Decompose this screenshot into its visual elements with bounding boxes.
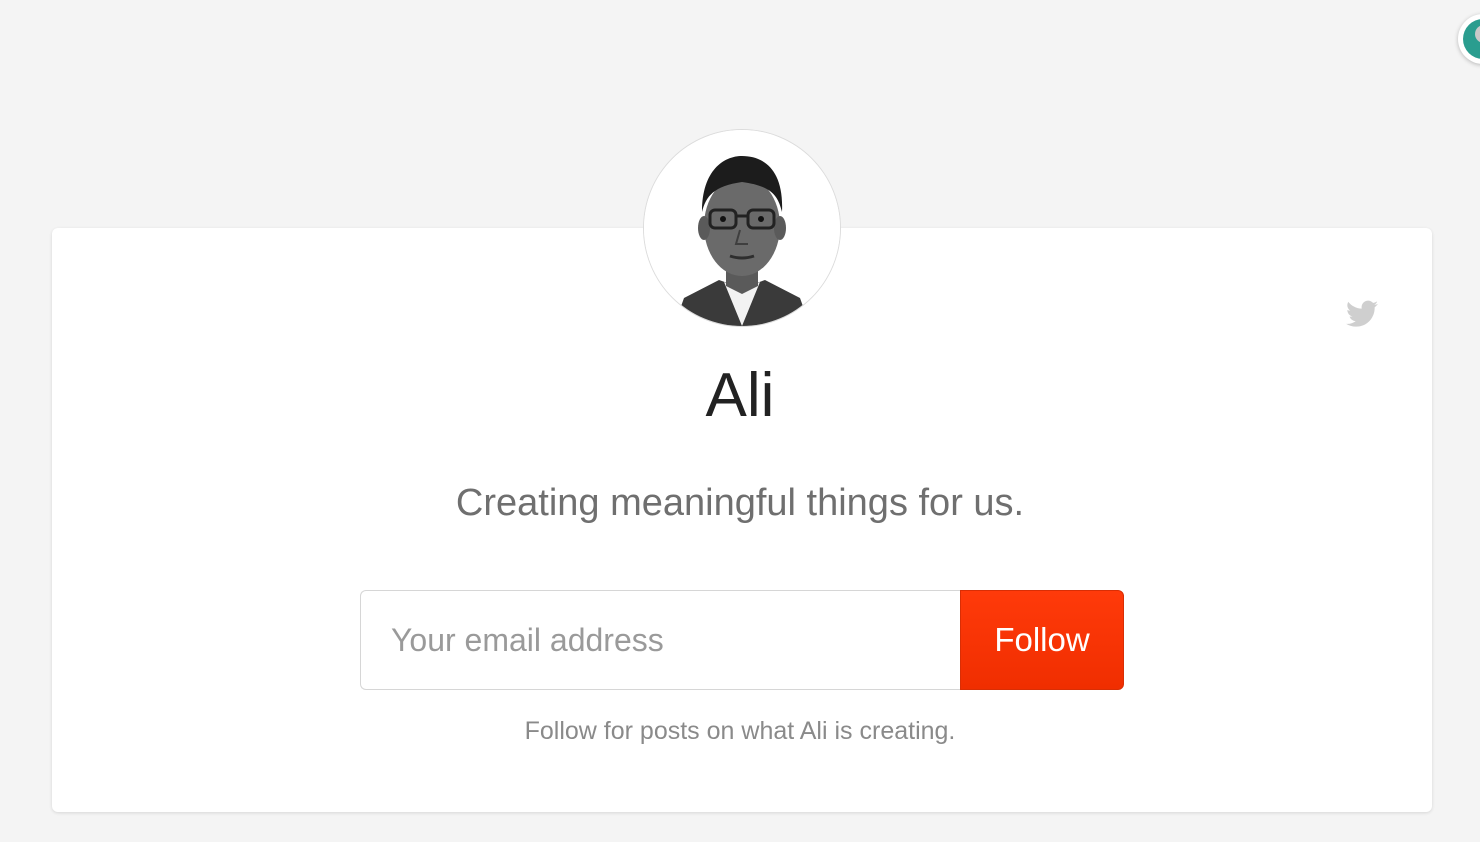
profile-avatar	[644, 130, 840, 326]
user-avatar-icon	[1463, 19, 1480, 59]
follow-button[interactable]: Follow	[960, 590, 1124, 690]
profile-photo	[644, 130, 840, 326]
profile-tagline: Creating meaningful things for us.	[455, 482, 1025, 524]
profile-name: Ali	[705, 361, 775, 430]
follow-helper-text: Follow for posts on what Ali is creating…	[524, 717, 956, 745]
profile-page: Ali Creating meaningful things for us. F…	[0, 0, 1480, 842]
account-avatar[interactable]	[1458, 14, 1480, 64]
email-input[interactable]	[360, 590, 960, 690]
twitter-icon[interactable]	[1346, 300, 1378, 328]
